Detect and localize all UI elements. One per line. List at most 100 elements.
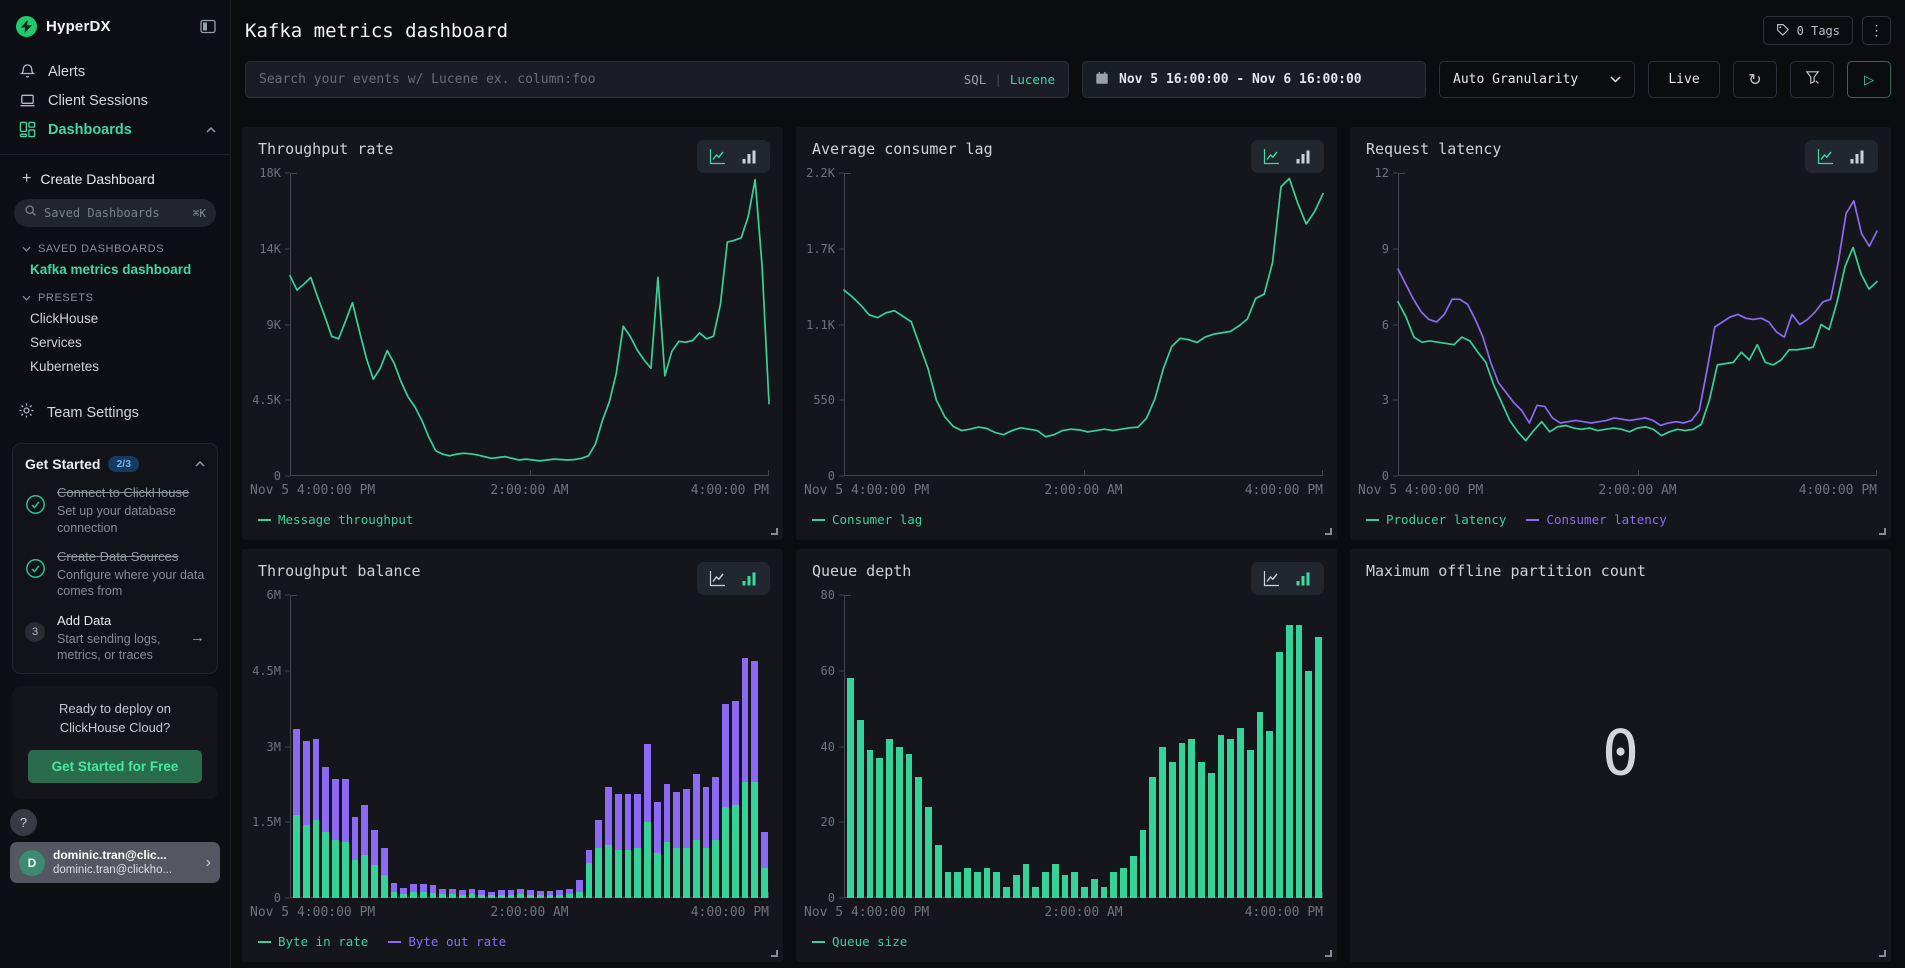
bar [644, 595, 651, 898]
x-axis-labels: Nov 5 4:00:00 PM2:00:00 AM4:00:00 PM [290, 483, 769, 499]
lucene-mode-toggle[interactable]: Lucene [1010, 72, 1055, 87]
bar [1179, 595, 1186, 898]
panel-throughput-balance: Throughput balance 01.5M3M4.5M6MNov 5 4:… [242, 549, 783, 962]
legend-item[interactable]: Queue size [812, 934, 907, 949]
resize-handle[interactable] [1879, 950, 1886, 957]
section-presets[interactable]: PRESETS [0, 279, 230, 304]
line-chart-icon[interactable] [709, 148, 726, 165]
line-chart-icon[interactable] [1263, 148, 1280, 165]
filter-button[interactable] [1790, 61, 1834, 98]
event-search-input[interactable]: Search your events w/ Lucene ex. column:… [245, 61, 1069, 98]
legend-item[interactable]: Byte in rate [258, 934, 368, 949]
bar [322, 595, 329, 898]
line-chart-icon[interactable] [1817, 148, 1834, 165]
y-tick-label: 9 [1382, 242, 1389, 256]
bar-chart-icon[interactable] [1849, 148, 1866, 165]
panel-title: Queue depth [812, 562, 911, 580]
page-header: Kafka metrics dashboard 0 Tags ⋮ [231, 0, 1905, 45]
line-chart-icon[interactable] [1263, 570, 1280, 587]
bar [1276, 595, 1283, 898]
bar [993, 595, 1000, 898]
bar [1159, 595, 1166, 898]
sidebar-item-client-sessions[interactable]: Client Sessions [0, 86, 230, 115]
resize-handle[interactable] [771, 950, 778, 957]
step-title: Create Data Sources [57, 549, 205, 565]
bar [1188, 595, 1195, 898]
bar [1052, 595, 1059, 898]
bar [527, 595, 534, 898]
y-tick-label: 1.5M [252, 815, 281, 829]
bar-chart-icon[interactable] [1295, 148, 1312, 165]
bar [1023, 595, 1030, 898]
get-started-step[interactable]: Create Data Sources Configure where your… [25, 549, 205, 600]
page-title: Kafka metrics dashboard [245, 20, 508, 42]
sidebar-item-clickhouse[interactable]: ClickHouse [0, 304, 230, 328]
y-tick-label: 80 [821, 588, 835, 602]
granularity-select[interactable]: Auto Granularity [1439, 61, 1635, 98]
bar-chart-icon[interactable] [1295, 570, 1312, 587]
saved-dashboards-search[interactable]: Saved Dashboards ⌘K [14, 199, 216, 227]
panel-max-offline-partition-count: Maximum offline partition count 0 [1350, 549, 1891, 962]
line-chart-icon[interactable] [709, 570, 726, 587]
live-button[interactable]: Live [1648, 61, 1720, 98]
bar [1013, 595, 1020, 898]
tags-button[interactable]: 0 Tags [1763, 16, 1853, 45]
x-tick-label: 4:00:00 PM [1799, 483, 1877, 498]
sql-mode-toggle[interactable]: SQL [964, 72, 987, 87]
sidebar-item-team-settings[interactable]: Team Settings [0, 376, 230, 423]
bars [847, 595, 1322, 898]
bar [576, 595, 583, 898]
nav-label: Client Sessions [48, 93, 148, 109]
bar [400, 595, 407, 898]
avatar: D [19, 850, 45, 876]
toolbar: Search your events w/ Lucene ex. column:… [231, 45, 1905, 98]
collapse-sidebar-icon[interactable] [200, 19, 216, 34]
chevron-up-icon[interactable] [206, 127, 216, 133]
sidebar-item-kubernetes[interactable]: Kubernetes [0, 352, 230, 376]
sidebar-item-alerts[interactable]: Alerts [0, 57, 230, 86]
legend-label: Byte out rate [408, 934, 506, 949]
y-tick-label: 14K [259, 242, 281, 256]
bar [488, 595, 495, 898]
get-started-step[interactable]: 3 Add Data Start sending logs, metrics, … [25, 613, 205, 664]
sidebar-item-dashboards[interactable]: Dashboards [0, 115, 230, 144]
legend: Byte in rate Byte out rate [258, 934, 506, 949]
sidebar-item-services[interactable]: Services [0, 328, 230, 352]
y-tick-label: 6 [1382, 318, 1389, 332]
x-axis-labels: Nov 5 4:00:00 PM2:00:00 AM4:00:00 PM [844, 905, 1323, 921]
get-started-free-button[interactable]: Get Started for Free [28, 750, 202, 783]
chevron-up-icon[interactable] [195, 461, 205, 467]
run-query-button[interactable]: ▷ [1847, 61, 1891, 98]
time-range-picker[interactable]: Nov 5 16:00:00 - Nov 6 16:00:00 [1082, 61, 1426, 98]
refresh-button[interactable]: ↻ [1733, 61, 1777, 98]
resize-handle[interactable] [771, 528, 778, 535]
y-tick-label: 12 [1375, 166, 1389, 180]
sidebar: HyperDX Alerts Client Sessions Dashboard… [0, 0, 231, 968]
bar [954, 595, 961, 898]
bar [517, 595, 524, 898]
bar [867, 595, 874, 898]
bar [693, 595, 700, 898]
sidebar-item-kafka-metrics-dashboard[interactable]: Kafka metrics dashboard [0, 255, 230, 279]
bar [974, 595, 981, 898]
y-tick-label: 40 [821, 740, 835, 754]
resize-handle[interactable] [1325, 950, 1332, 957]
section-saved-dashboards[interactable]: SAVED DASHBOARDS [0, 227, 230, 255]
create-dashboard-button[interactable]: + Create Dashboard [0, 155, 230, 187]
resize-handle[interactable] [1325, 528, 1332, 535]
plot-area: 01.5M3M4.5M6MNov 5 4:00:00 PM2:00:00 AM4… [290, 595, 769, 898]
legend-item[interactable]: Byte out rate [388, 934, 506, 949]
legend-item[interactable]: Message throughput [258, 512, 413, 527]
bar-chart-icon[interactable] [741, 570, 758, 587]
legend-item[interactable]: Consumer latency [1526, 512, 1666, 527]
help-button[interactable]: ? [10, 809, 37, 836]
user-menu[interactable]: D dominic.tran@clic... dominic.tran@clic… [10, 842, 220, 883]
resize-handle[interactable] [1879, 528, 1886, 535]
bar-chart-icon[interactable] [741, 148, 758, 165]
legend-item[interactable]: Consumer lag [812, 512, 922, 527]
logo-row: HyperDX [0, 0, 230, 43]
more-menu-button[interactable]: ⋮ [1862, 16, 1891, 45]
get-started-step[interactable]: Connect to ClickHouse Set up your databa… [25, 485, 205, 536]
bar [742, 595, 749, 898]
legend-item[interactable]: Producer latency [1366, 512, 1506, 527]
